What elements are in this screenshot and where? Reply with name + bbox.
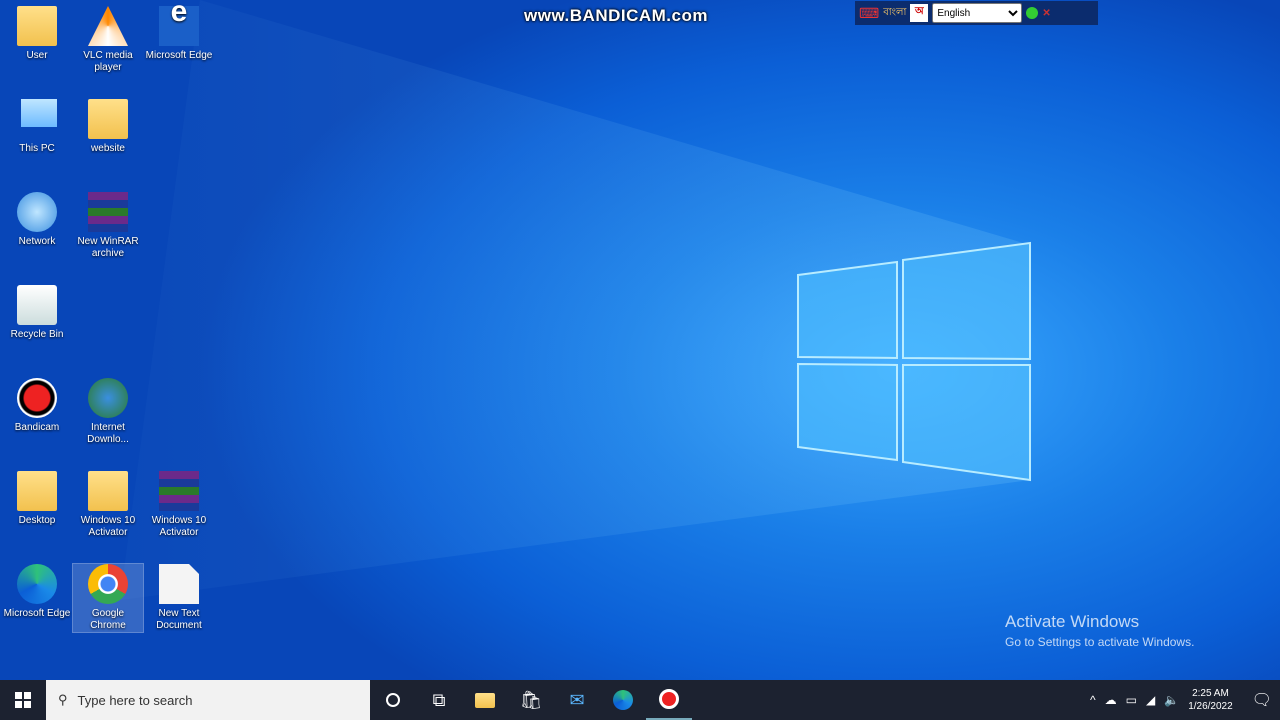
desktop-icon-label: This PC	[19, 143, 55, 154]
desktop-icon-label: Recycle Bin	[10, 329, 64, 340]
bandicam-button[interactable]	[646, 680, 692, 720]
task-view-icon: ⧉	[432, 689, 446, 710]
desktop-icon-desktop-folder[interactable]: Desktop	[2, 471, 72, 527]
date: 1/26/2022	[1188, 701, 1233, 712]
desktop-icon-edge[interactable]: Microsoft Edge	[2, 564, 72, 620]
notification-icon[interactable]: 🗨	[1252, 690, 1272, 710]
desktop-icon-bandicam[interactable]: Bandicam	[2, 378, 72, 434]
text-document-icon	[159, 564, 199, 604]
start-button[interactable]	[0, 680, 46, 720]
desktop-icon-label: Bandicam	[14, 422, 60, 433]
desktop-icon-label: Microsoft Edge	[145, 50, 213, 61]
desktop-icon-label: New WinRAR archive	[77, 236, 139, 259]
activation-subtitle: Go to Settings to activate Windows.	[1005, 635, 1195, 649]
keyboard-icon[interactable]: ⌨	[859, 5, 879, 22]
mail-icon: ✉	[569, 689, 585, 710]
desktop-icon-activator-archive[interactable]: Windows 10 Activator	[144, 471, 214, 539]
desktop-icon-activator-folder[interactable]: Windows 10 Activator	[73, 471, 143, 539]
recycle-bin-icon	[17, 285, 57, 325]
desktop-icon-winrar-archive[interactable]: New WinRAR archive	[73, 192, 143, 260]
idm-icon	[88, 378, 128, 418]
desktop-icon-label: Microsoft Edge	[3, 608, 71, 619]
status-green-icon[interactable]	[1026, 7, 1039, 19]
bandicam-watermark: www.BANDICAM.com	[524, 6, 708, 25]
desktop-icon-label: Desktop	[18, 515, 56, 526]
desktop-icon-chrome[interactable]: Google Chrome	[72, 563, 144, 633]
language-select[interactable]: English	[932, 3, 1023, 23]
network-icon	[17, 192, 57, 232]
time: 2:25 AM	[1192, 688, 1229, 699]
store-button[interactable]: 🛍	[508, 680, 554, 720]
language-bar: ⌨ বাংলা অ English ✕	[855, 1, 1098, 25]
desktop-icon-label: Internet Downlo...	[87, 422, 129, 445]
cortana-button[interactable]	[370, 680, 416, 720]
task-view-button[interactable]: ⧉	[416, 680, 462, 720]
edge-icon	[17, 564, 57, 604]
clock[interactable]: 2:25 AM 1/26/2022	[1188, 687, 1233, 713]
vlc-icon	[88, 6, 128, 46]
desktop-icon-recycle-bin[interactable]: Recycle Bin	[2, 285, 72, 341]
search-icon: ⚲	[58, 692, 68, 707]
desktop-icon-label: Google Chrome	[90, 608, 126, 631]
chevron-up-icon[interactable]: ^	[1090, 693, 1096, 707]
activator-folder-icon	[88, 471, 128, 511]
windows-icon	[15, 692, 31, 708]
desktop-icon-label: VLC media player	[83, 50, 133, 73]
bandicam-icon	[17, 378, 57, 418]
desktop-icon-this-pc[interactable]: This PC	[2, 99, 72, 155]
file-explorer-button[interactable]	[462, 680, 508, 720]
folder-icon	[475, 692, 495, 708]
edge-icon	[613, 690, 633, 710]
circle-icon	[386, 693, 400, 707]
record-icon	[659, 689, 679, 709]
desktop-icon-idm[interactable]: Internet Downlo...	[73, 378, 143, 446]
desktop-icon-label: User	[26, 50, 48, 61]
volume-icon[interactable]: 🔈	[1164, 693, 1179, 707]
search-placeholder: Type here to search	[77, 692, 193, 708]
activate-windows-watermark: Activate Windows Go to Settings to activ…	[1005, 612, 1194, 649]
edge-legacy-icon: e	[159, 0, 199, 46]
desktop-icon-edge-legacy[interactable]: e Microsoft Edge	[144, 0, 214, 62]
desktop-icon-website-folder[interactable]: website	[73, 99, 143, 155]
desktop-icon-label: Network	[18, 236, 56, 247]
close-icon[interactable]: ✕	[1042, 8, 1050, 19]
desktop-icon-label: Windows 10 Activator	[80, 515, 136, 538]
winrar-archive-icon	[88, 192, 128, 232]
user-folder-icon	[17, 6, 57, 46]
edge-button[interactable]	[600, 680, 646, 720]
network-icon[interactable]: ◢	[1146, 693, 1155, 707]
battery-icon[interactable]: ▭	[1126, 693, 1137, 707]
desktop-icon-label: New Text Document	[156, 608, 202, 631]
store-bag-icon: 🛍	[519, 689, 543, 710]
desktop-icon-user-folder[interactable]: User	[2, 6, 72, 62]
taskbar: ⚲ Type here to search ⧉ 🛍 ✉ ^ ☁ ▭ ◢ 🔈 2:…	[0, 680, 1280, 720]
desktop-icon-label: website	[91, 143, 125, 154]
activator-archive-icon	[159, 471, 199, 511]
avro-icon[interactable]: অ	[910, 4, 929, 22]
onedrive-icon[interactable]: ☁	[1105, 693, 1117, 707]
desktop-folder-icon	[17, 471, 57, 511]
desktop-icon-label: Windows 10 Activator	[151, 515, 207, 538]
system-tray: ^ ☁ ▭ ◢ 🔈 2:25 AM 1/26/2022 🗨	[1090, 687, 1280, 713]
desktop-icon-network[interactable]: Network	[2, 192, 72, 248]
chrome-icon	[88, 564, 128, 604]
activation-title: Activate Windows	[1005, 612, 1140, 631]
search-box[interactable]: ⚲ Type here to search	[46, 680, 370, 720]
desktop-icon-text-document[interactable]: New Text Document	[144, 564, 214, 632]
desktop-icon-vlc[interactable]: VLC media player	[73, 6, 143, 74]
ime-label[interactable]: বাংলা	[883, 5, 906, 22]
website-folder-icon	[88, 99, 128, 139]
this-pc-icon	[21, 99, 57, 127]
mail-button[interactable]: ✉	[554, 680, 600, 720]
